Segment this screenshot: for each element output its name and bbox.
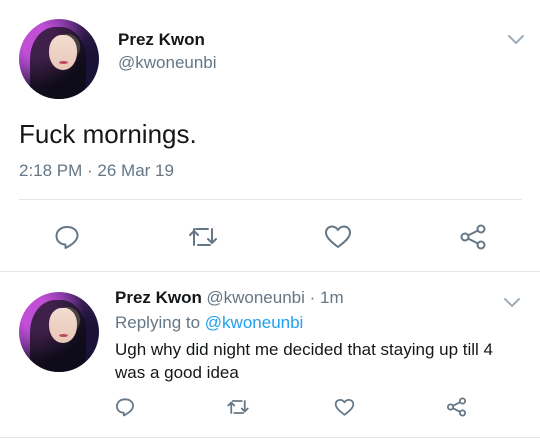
avatar-lips xyxy=(59,333,68,337)
avatar[interactable] xyxy=(19,292,99,372)
section-divider xyxy=(0,271,540,272)
reply-text: Ugh why did night me decided that stayin… xyxy=(115,338,525,384)
reply-header: Prez Kwon @kwoneunbi · 1m xyxy=(115,288,344,308)
reply-text-line: Ugh why did night me decided that stayin… xyxy=(115,340,494,359)
retweet-icon[interactable] xyxy=(186,222,220,252)
avatar-face xyxy=(49,308,77,344)
display-name[interactable]: Prez Kwon xyxy=(115,288,202,307)
handle-time[interactable]: @kwoneunbi · 1m xyxy=(206,288,343,307)
display-name[interactable]: Prez Kwon xyxy=(118,30,205,50)
bottom-divider xyxy=(0,437,540,438)
tweet-text: Fuck mornings. xyxy=(19,119,197,149)
retweet-icon[interactable] xyxy=(225,395,251,419)
tweet-timestamp: 2:18 PM · 26 Mar 19 xyxy=(19,161,174,180)
like-icon[interactable] xyxy=(323,222,353,252)
replying-prefix: Replying to xyxy=(115,313,201,332)
like-icon[interactable] xyxy=(332,395,356,419)
divider xyxy=(19,199,522,200)
reply-icon[interactable] xyxy=(52,222,82,252)
chevron-down-icon[interactable] xyxy=(506,30,526,50)
share-icon[interactable] xyxy=(444,395,468,419)
user-handle[interactable]: @kwoneunbi xyxy=(118,53,217,73)
chevron-down-icon[interactable] xyxy=(502,293,522,313)
avatar-lips xyxy=(59,60,68,64)
reply-text-line: was a good idea xyxy=(115,363,239,382)
avatar[interactable] xyxy=(19,19,99,99)
avatar-face xyxy=(49,35,77,71)
replying-to: Replying to @kwoneunbi xyxy=(115,313,303,333)
share-icon[interactable] xyxy=(458,222,488,252)
replying-to-link[interactable]: @kwoneunbi xyxy=(205,313,304,332)
reply-icon[interactable] xyxy=(113,395,137,419)
